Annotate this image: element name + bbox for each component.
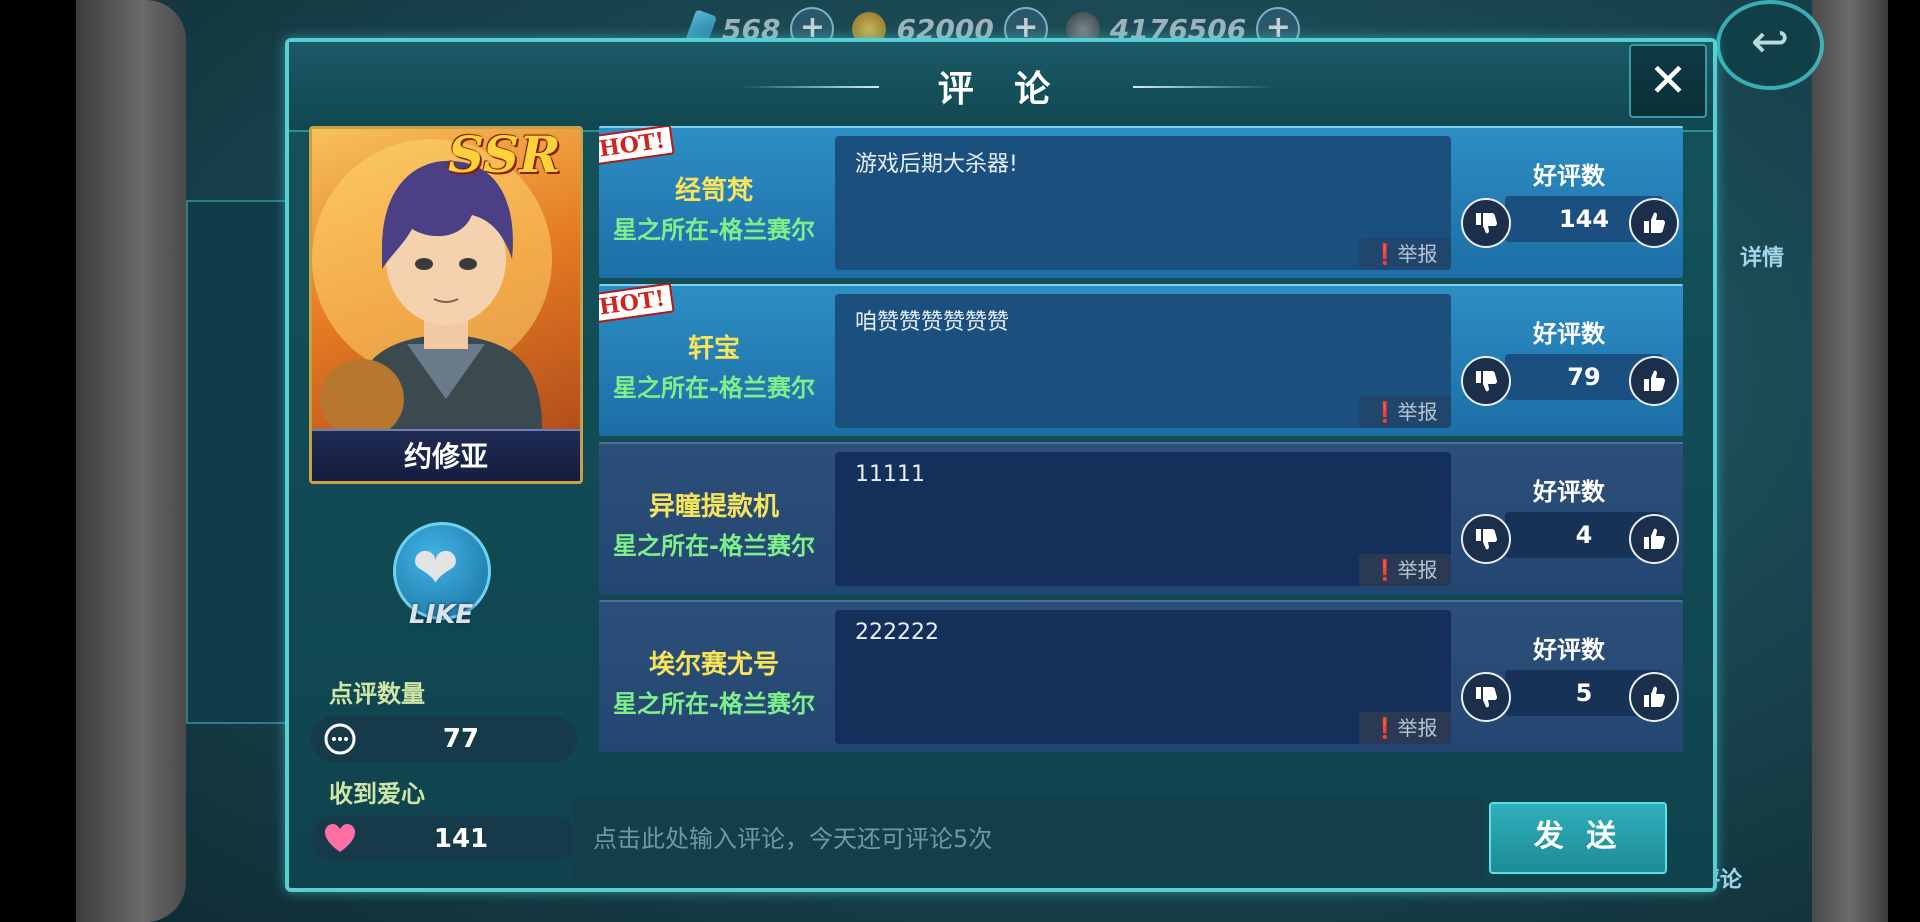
comment-list[interactable]: HOT! 经笥梵 星之所在-格兰赛尔 游戏后期大杀器! ❗举报 好评数 144 (599, 126, 1683, 812)
rating-value: 144 (1558, 205, 1610, 233)
hot-badge: HOT! (599, 126, 675, 166)
heart-icon: ❤ (412, 536, 459, 601)
comment-row: 埃尔赛尤号 星之所在-格兰赛尔 222222 ❗举报 好评数 5 (599, 600, 1683, 752)
close-button[interactable]: ✕ (1629, 44, 1707, 118)
report-label: 举报 (1397, 400, 1438, 424)
thumbs-up-button[interactable] (1629, 198, 1679, 248)
report-button[interactable]: ❗举报 (1359, 712, 1451, 744)
thumbs-down-button[interactable] (1461, 356, 1511, 406)
send-button[interactable]: 发 送 (1489, 802, 1667, 874)
thumbs-down-icon (1476, 213, 1497, 234)
comment-dialog: 评 论 ✕ SSR 约修亚 ❤ LIKE 点评数量 77 收到爱心 141 HO… (285, 38, 1717, 892)
right-frame (1812, 0, 1888, 922)
comment-text: 222222 (855, 620, 939, 645)
hearts-received-pill: 141 (311, 816, 577, 862)
comment-input-placeholder: 点击此处输入评论，今天还可评论5次 (593, 825, 993, 853)
commenter-block: HOT! 轩宝 星之所在-格兰赛尔 (599, 282, 829, 436)
rating-value: 4 (1575, 521, 1593, 549)
commenter-block: 埃尔赛尤号 星之所在-格兰赛尔 (599, 602, 829, 752)
game-screen: 568 + 62000 + 4176506 + ↩ 详情 评论 评 论 ✕ SS… (0, 0, 1920, 922)
thumbs-down-button[interactable] (1461, 672, 1511, 722)
commenter-server: 星之所在-格兰赛尔 (613, 532, 815, 560)
report-label: 举报 (1397, 716, 1438, 740)
thumbs-down-icon (1476, 529, 1497, 550)
comment-input[interactable]: 点击此处输入评论，今天还可评论5次 (573, 798, 1483, 880)
hot-badge: HOT! (599, 282, 675, 324)
rating-label: 好评数 (1533, 320, 1605, 348)
thumbs-up-icon (1644, 370, 1665, 391)
chat-bubble-icon (324, 723, 356, 755)
report-label: 举报 (1397, 558, 1438, 582)
comment-text-box: 咱赞赞赞赞赞赞 ❗举报 (835, 294, 1451, 428)
return-arrow-icon: ↩ (1750, 14, 1790, 68)
commenter-block: HOT! 经笥梵 星之所在-格兰赛尔 (599, 126, 829, 278)
report-label: 举报 (1397, 242, 1438, 266)
thumbs-up-icon (1644, 528, 1665, 549)
review-count-label: 点评数量 (329, 680, 425, 708)
exclamation-icon: ❗ (1372, 716, 1398, 740)
background-panel (186, 200, 290, 724)
hearts-received-label: 收到爱心 (329, 780, 425, 808)
comment-text: 11111 (855, 462, 925, 487)
thumbs-up-icon (1644, 686, 1665, 707)
thumbs-down-icon (1476, 687, 1497, 708)
comment-text: 游戏后期大杀器! (855, 152, 1018, 177)
thumbs-up-icon (1644, 212, 1665, 233)
commenter-block: 异瞳提款机 星之所在-格兰赛尔 (599, 444, 829, 594)
dialog-header: 评 论 ✕ (289, 42, 1713, 132)
character-name: 约修亚 (312, 429, 580, 481)
thumbs-down-button[interactable] (1461, 198, 1511, 248)
exclamation-icon: ❗ (1372, 242, 1398, 266)
dialog-title: 评 论 (937, 69, 1065, 110)
comment-row: 异瞳提款机 星之所在-格兰赛尔 11111 ❗举报 好评数 4 (599, 442, 1683, 594)
thumbs-up-button[interactable] (1629, 672, 1679, 722)
commenter-server: 星之所在-格兰赛尔 (613, 216, 815, 244)
review-count-pill: 77 (311, 716, 577, 762)
thumbs-up-button[interactable] (1629, 514, 1679, 564)
comment-text-box: 游戏后期大杀器! ❗举报 (835, 136, 1451, 270)
comment-text: 咱赞赞赞赞赞赞 (855, 310, 1010, 335)
commenter-server: 星之所在-格兰赛尔 (613, 374, 815, 402)
rating-label: 好评数 (1533, 162, 1605, 190)
left-frame (76, 0, 186, 922)
report-button[interactable]: ❗举报 (1359, 238, 1451, 270)
title-decoration-right (1133, 86, 1273, 88)
comment-row: HOT! 轩宝 星之所在-格兰赛尔 咱赞赞赞赞赞赞 ❗举报 好评数 79 (599, 282, 1683, 436)
hearts-received-value: 141 (433, 824, 489, 854)
review-count-value: 77 (442, 724, 480, 754)
thumbs-down-button[interactable] (1461, 514, 1511, 564)
rating-value: 5 (1575, 679, 1593, 707)
back-button[interactable]: ↩ (1716, 0, 1824, 90)
pink-heart-icon (325, 824, 355, 852)
report-button[interactable]: ❗举报 (1359, 554, 1451, 586)
report-button[interactable]: ❗举报 (1359, 396, 1451, 428)
thumbs-down-icon (1476, 371, 1497, 392)
character-card: SSR 约修亚 (309, 126, 583, 484)
rating-value: 79 (1567, 363, 1601, 391)
commenter-name: 轩宝 (687, 334, 740, 364)
commenter-name: 经笥梵 (674, 176, 753, 206)
commenter-server: 星之所在-格兰赛尔 (613, 690, 815, 718)
comment-text-box: 222222 ❗举报 (835, 610, 1451, 744)
rating-label: 好评数 (1533, 636, 1605, 664)
commenter-name: 异瞳提款机 (648, 492, 779, 522)
like-label: LIKE (409, 600, 474, 630)
rarity-badge: SSR (448, 126, 561, 184)
comment-row: HOT! 经笥梵 星之所在-格兰赛尔 游戏后期大杀器! ❗举报 好评数 144 (599, 126, 1683, 278)
exclamation-icon: ❗ (1372, 400, 1398, 424)
rating-label: 好评数 (1533, 478, 1605, 506)
thumbs-up-button[interactable] (1629, 356, 1679, 406)
exclamation-icon: ❗ (1372, 558, 1398, 582)
commenter-name: 埃尔赛尤号 (648, 650, 779, 680)
comment-text-box: 11111 ❗举报 (835, 452, 1451, 586)
detail-label[interactable]: 详情 (1740, 240, 1784, 272)
